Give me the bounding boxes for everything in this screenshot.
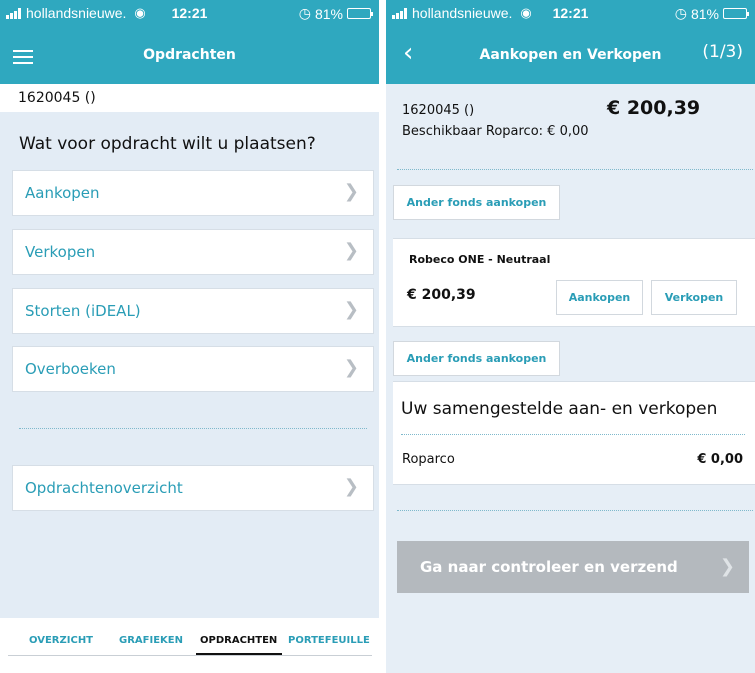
step-indicator: (1/3): [702, 42, 743, 62]
menu-item-label: Verkopen: [25, 243, 96, 261]
buy-button[interactable]: Aankopen: [556, 280, 643, 315]
divider: [401, 434, 745, 435]
chevron-right-icon: ❯: [343, 240, 359, 261]
summary-row-value: € 0,00: [697, 452, 743, 467]
tab-bar: OVERZICHT GRAFIEKEN OPDRACHTEN PORTEFEUI…: [0, 626, 379, 656]
tab-overzicht[interactable]: OVERZICHT: [29, 635, 93, 646]
chevron-right-icon: ❯: [343, 476, 359, 497]
page-title: Opdrachten: [143, 47, 236, 63]
available-balance: Beschikbaar Roparco: € 0,00: [402, 124, 589, 139]
chevron-right-icon: ❯: [343, 181, 359, 202]
status-bar: hollandsnieuwe. ◉ 12:21 ◷ 81%: [386, 0, 755, 26]
nav-bar: ‹ Aankopen en Verkopen (1/3): [386, 26, 755, 84]
alarm-icon: ◷: [298, 5, 311, 21]
fund-card: Robeco ONE - Neutraal € 200,39 Aankopen …: [393, 238, 755, 327]
menu-item-label: Opdrachtenoverzicht: [25, 479, 183, 497]
page-title: Aankopen en Verkopen: [479, 47, 662, 63]
battery-icon: [347, 8, 373, 19]
nav-bar: Opdrachten: [0, 26, 379, 84]
chevron-right-icon: ❯: [343, 357, 359, 378]
menu-item-label: Aankopen: [25, 184, 100, 202]
account-amount: € 200,39: [607, 97, 701, 119]
chevron-right-icon: ❯: [719, 556, 735, 577]
tab-opdrachten[interactable]: OPDRACHTEN: [200, 635, 277, 646]
submit-label: Ga naar controleer en verzend: [420, 558, 678, 576]
menu-item-verkopen[interactable]: Verkopen ❯: [12, 229, 374, 275]
status-bar: hollandsnieuwe. ◉ 12:21 ◷ 81%: [0, 0, 379, 26]
alarm-icon: ◷: [674, 5, 687, 21]
battery-percent: 81%: [690, 5, 719, 22]
divider: [19, 428, 367, 429]
menu-item-label: Storten (iDEAL): [25, 302, 141, 320]
summary-title: Uw samengestelde aan- en verkopen: [401, 399, 718, 419]
tab-grafieken[interactable]: GRAFIEKEN: [119, 635, 183, 646]
menu-item-overboeken[interactable]: Overboeken ❯: [12, 346, 374, 392]
fund-name: Robeco ONE - Neutraal: [409, 253, 551, 266]
summary-card: Uw samengestelde aan- en verkopen Roparc…: [393, 381, 755, 485]
menu-item-label: Overboeken: [25, 360, 116, 378]
sell-button[interactable]: Verkopen: [651, 280, 737, 315]
tab-divider: [8, 655, 372, 656]
menu-item-opdrachtenoverzicht[interactable]: Opdrachtenoverzicht ❯: [12, 465, 374, 511]
question-heading: Wat voor opdracht wilt u plaatsen?: [19, 134, 316, 154]
divider: [397, 510, 753, 511]
left-screen: hollandsnieuwe. ◉ 12:21 ◷ 81% Opdrachten…: [0, 0, 379, 673]
battery-percent: 81%: [314, 5, 343, 22]
other-fund-button[interactable]: Ander fonds aankopen: [393, 341, 560, 376]
other-fund-button[interactable]: Ander fonds aankopen: [393, 185, 560, 220]
chevron-right-icon: ❯: [343, 299, 359, 320]
account-number: 1620045 (): [18, 90, 96, 106]
divider: [397, 169, 753, 170]
tab-portefeuille[interactable]: PORTEFEUILLE: [288, 635, 370, 646]
fund-value: € 200,39: [407, 287, 476, 303]
submit-button[interactable]: Ga naar controleer en verzend ❯: [397, 541, 749, 593]
right-screen: hollandsnieuwe. ◉ 12:21 ◷ 81% ‹ Aankopen…: [386, 0, 755, 673]
account-number: 1620045 (): [402, 103, 475, 118]
order-options: Wat voor opdracht wilt u plaatsen? Aanko…: [0, 112, 379, 618]
menu-item-aankopen[interactable]: Aankopen ❯: [12, 170, 374, 216]
summary-row-label: Roparco: [402, 452, 455, 467]
battery-icon: [723, 8, 749, 19]
menu-item-storten[interactable]: Storten (iDEAL) ❯: [12, 288, 374, 334]
